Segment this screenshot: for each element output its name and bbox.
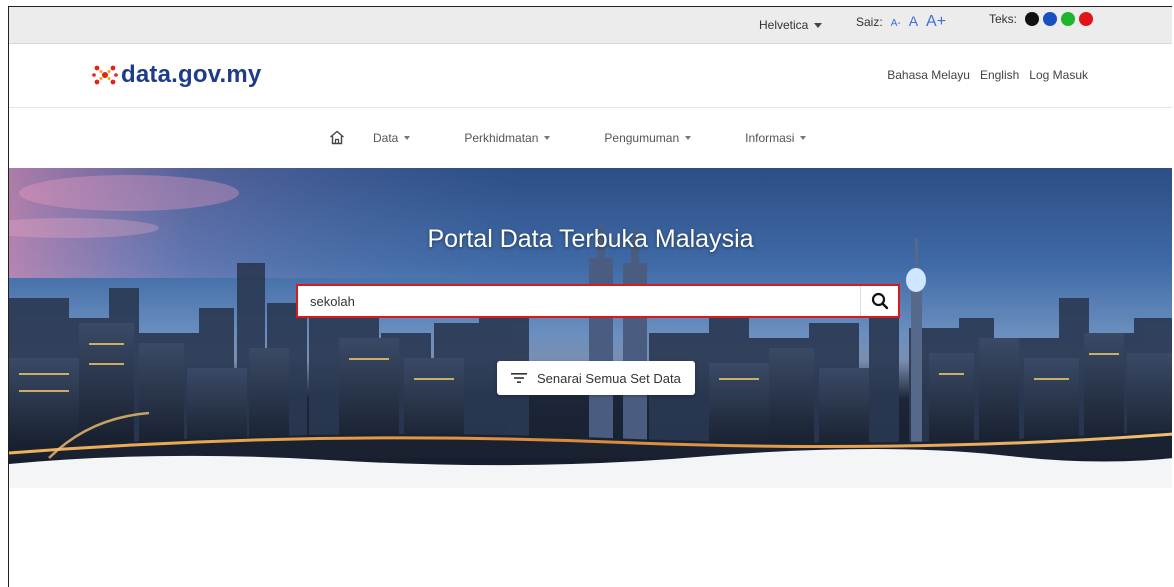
nav-perkhidmatan-label: Perkhidmatan [464, 130, 539, 145]
search-input[interactable] [298, 286, 860, 316]
list-all-datasets-button[interactable]: Senarai Semua Set Data [497, 361, 695, 395]
list-all-datasets-label: Senarai Semua Set Data [537, 370, 681, 386]
search-button[interactable] [860, 286, 898, 316]
text-color-controls: Teks: [989, 12, 1094, 26]
chevron-down-icon [404, 135, 411, 140]
logo-text: data.gov.my [121, 61, 262, 88]
language-english-link[interactable]: English [980, 68, 1019, 82]
nav-pengumuman-label: Pengumuman [604, 130, 680, 145]
chevron-down-icon [814, 22, 823, 28]
nav-data[interactable]: Data [373, 130, 411, 145]
search-bar [296, 284, 900, 318]
home-icon [330, 130, 344, 145]
font-size-reset-button[interactable]: A [909, 13, 918, 29]
city-skyline-image [9, 168, 1172, 488]
accessibility-bar: Helvetica Saiz: A- A A+ Teks: [9, 7, 1172, 44]
site-header: data.gov.my Bahasa Melayu English Log Ma… [9, 44, 1172, 108]
login-link[interactable]: Log Masuk [1029, 68, 1088, 82]
text-color-green-button[interactable] [1061, 12, 1076, 26]
browser-viewport: Helvetica Saiz: A- A A+ Teks: data.gov.m… [8, 6, 1172, 587]
nav-pengumuman[interactable]: Pengumuman [604, 130, 692, 145]
header-links: Bahasa Melayu English Log Masuk [887, 68, 1088, 82]
filter-icon [511, 373, 527, 383]
text-color-black-button[interactable] [1025, 12, 1040, 26]
text-color-blue-button[interactable] [1043, 12, 1058, 26]
hero-banner: Portal Data Terbuka Malaysia Senarai Sem… [9, 168, 1172, 488]
font-size-increase-button[interactable]: A+ [926, 13, 946, 31]
site-logo[interactable]: data.gov.my [91, 61, 261, 89]
nav-data-label: Data [373, 130, 399, 145]
size-label: Saiz: [856, 15, 883, 29]
language-malay-link[interactable]: Bahasa Melayu [887, 68, 970, 82]
logo-star-icon [92, 65, 118, 85]
hero-title: Portal Data Terbuka Malaysia [427, 225, 754, 253]
text-color-red-button[interactable] [1079, 12, 1094, 26]
search-icon [871, 292, 888, 310]
font-size-decrease-button[interactable]: A- [891, 18, 901, 29]
font-family-value: Helvetica [759, 18, 809, 32]
font-size-controls: Saiz: A- A A+ [856, 13, 946, 31]
font-family-dropdown[interactable]: Helvetica [759, 18, 823, 32]
main-navigation: Data Perkhidmatan Pengumuman Informasi [9, 108, 1172, 168]
home-link[interactable] [329, 130, 345, 145]
text-color-label: Teks: [989, 12, 1018, 26]
nav-informasi-label: Informasi [745, 130, 795, 145]
chevron-down-icon [800, 135, 807, 140]
chevron-down-icon [544, 135, 551, 140]
nav-perkhidmatan[interactable]: Perkhidmatan [464, 130, 551, 145]
chevron-down-icon [685, 135, 692, 140]
nav-informasi[interactable]: Informasi [745, 130, 807, 145]
